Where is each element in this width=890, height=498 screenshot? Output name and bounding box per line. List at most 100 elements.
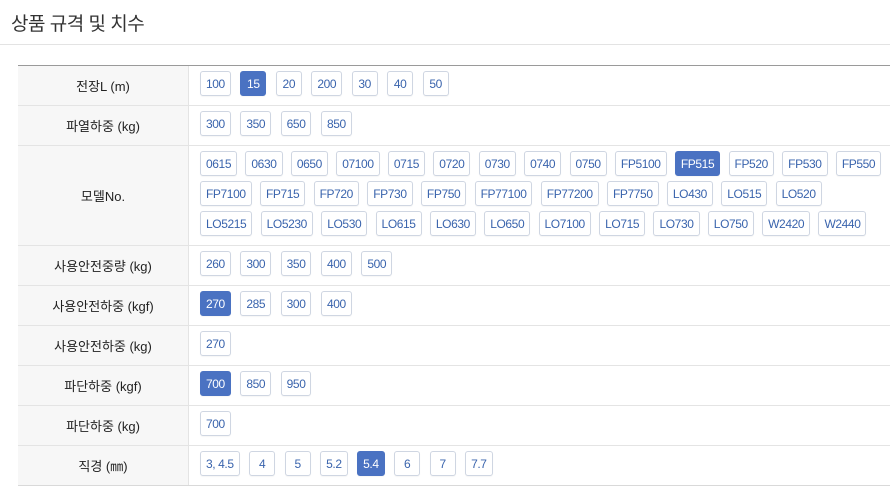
option-button[interactable]: 20 — [275, 71, 302, 96]
option-button[interactable]: LO430 — [666, 181, 713, 206]
option-button[interactable]: LO530 — [321, 211, 368, 236]
spec-options: 100 15 20 200 30 40 50 — [189, 66, 890, 105]
spec-row: 전장L (m) 100 15 20 200 30 40 50 — [18, 66, 890, 106]
option-button[interactable]: 400 — [320, 291, 352, 316]
option-button[interactable]: FP530 — [782, 151, 828, 176]
option-button[interactable]: 850 — [320, 111, 352, 136]
spec-options: 270 — [189, 326, 890, 365]
option-button[interactable]: 30 — [351, 71, 378, 96]
option-button[interactable]: LO520 — [775, 181, 822, 206]
option-button[interactable]: 0650 — [290, 151, 328, 176]
option-button[interactable]: 950 — [280, 371, 312, 396]
option-button[interactable]: LO650 — [484, 211, 531, 236]
option-button[interactable]: LO715 — [599, 211, 646, 236]
option-button[interactable]: 200 — [311, 71, 343, 96]
option-button[interactable]: LO730 — [653, 211, 700, 236]
option-button[interactable]: 270 — [200, 291, 231, 316]
option-button[interactable]: 700 — [200, 411, 231, 436]
option-button[interactable]: FP5100 — [614, 151, 667, 176]
spec-row-label: 파단하중 (kgf) — [18, 366, 189, 405]
option-button[interactable]: 270 — [200, 331, 231, 356]
option-button[interactable]: 500 — [361, 251, 393, 276]
option-button[interactable]: W2440 — [818, 211, 867, 236]
section-header: 상품 규격 및 치수 — [0, 0, 890, 45]
spec-options: 3, 4.5 4 5 5.2 5.4 6 7 7.7 — [189, 446, 890, 485]
option-button[interactable]: FP515 — [674, 151, 721, 176]
spec-options: 300 350 650 850 — [189, 106, 890, 145]
option-button[interactable]: 0750 — [569, 151, 607, 176]
option-button[interactable]: 4 — [249, 451, 276, 476]
option-button[interactable]: 260 — [200, 251, 231, 276]
option-button[interactable]: LO5215 — [200, 211, 253, 236]
option-button[interactable]: 0730 — [478, 151, 516, 176]
option-button[interactable]: 7.7 — [465, 451, 493, 476]
spec-row-label: 전장L (m) — [18, 66, 189, 105]
option-button[interactable]: 285 — [240, 291, 272, 316]
option-button[interactable]: 0720 — [433, 151, 471, 176]
option-button[interactable]: 3, 4.5 — [200, 451, 240, 476]
spec-options: 260 300 350 400 500 — [189, 246, 890, 285]
option-button[interactable]: FP7750 — [606, 181, 659, 206]
spec-row: 파단하중 (kg) 700 — [18, 406, 890, 446]
spec-row: 파단하중 (kgf) 700 850 950 — [18, 366, 890, 406]
spec-row-label: 모델No. — [18, 146, 189, 245]
spec-row-label: 파단하중 (kg) — [18, 406, 189, 445]
option-button[interactable]: LO515 — [721, 181, 768, 206]
option-button[interactable]: 5 — [284, 451, 311, 476]
spec-table: 전장L (m) 100 15 20 200 30 40 50 파열하중 (kg) 300 350 65… — [18, 65, 890, 486]
option-button[interactable]: 350 — [280, 251, 312, 276]
spec-row: 사용안전하중 (kg) 270 — [18, 326, 890, 366]
option-button[interactable]: LO5230 — [260, 211, 313, 236]
spec-row: 사용안전중량 (kg) 260 300 350 400 500 — [18, 246, 890, 286]
option-button[interactable]: 5.2 — [320, 451, 348, 476]
option-button[interactable]: LO615 — [375, 211, 422, 236]
option-button[interactable]: 0715 — [387, 151, 425, 176]
option-button[interactable]: 0740 — [524, 151, 562, 176]
option-button[interactable]: 300 — [240, 251, 272, 276]
option-button[interactable]: FP730 — [367, 181, 413, 206]
option-button[interactable]: FP550 — [835, 151, 882, 176]
option-button[interactable]: 350 — [240, 111, 272, 136]
spec-options: 700 — [189, 406, 890, 445]
option-button[interactable]: FP750 — [420, 181, 467, 206]
option-button[interactable]: 0630 — [245, 151, 283, 176]
spec-row-label: 사용안전하중 (kg) — [18, 326, 189, 365]
option-button[interactable]: FP720 — [313, 181, 359, 206]
option-button[interactable]: FP77100 — [474, 181, 533, 206]
option-button[interactable]: 7 — [429, 451, 456, 476]
option-button[interactable]: W2420 — [762, 211, 811, 236]
spec-row-label: 사용안전하중 (kgf) — [18, 286, 189, 325]
option-button[interactable]: LO630 — [429, 211, 476, 236]
spec-row: 파열하중 (kg) 300 350 650 850 — [18, 106, 890, 146]
option-button[interactable]: 0615 — [200, 151, 238, 176]
option-button[interactable]: FP520 — [728, 151, 774, 176]
option-button[interactable]: 50 — [422, 71, 449, 96]
option-button[interactable]: 40 — [387, 71, 414, 96]
option-button[interactable]: 100 — [200, 71, 231, 96]
spec-options: 700 850 950 — [189, 366, 890, 405]
option-button[interactable]: 850 — [240, 371, 272, 396]
option-button[interactable]: 15 — [240, 71, 267, 96]
option-button[interactable]: FP77200 — [540, 181, 599, 206]
spec-row: 직경 (㎜) 3, 4.5 4 5 5.2 5.4 6 7 7.7 — [18, 446, 890, 486]
option-button[interactable]: 650 — [280, 111, 312, 136]
option-button[interactable]: 5.4 — [357, 451, 385, 476]
spec-row-label: 파열하중 (kg) — [18, 106, 189, 145]
spec-row: 모델No. 0615 0630 0650 07100 0715 0720 0730 0740 07… — [18, 146, 890, 246]
option-button[interactable]: 700 — [200, 371, 231, 396]
section-title: 상품 규격 및 치수 — [11, 14, 145, 35]
option-button[interactable]: FP715 — [259, 181, 306, 206]
option-button[interactable]: 400 — [320, 251, 352, 276]
option-button[interactable]: 300 — [280, 291, 312, 316]
option-button[interactable]: LO750 — [707, 211, 754, 236]
option-button[interactable]: 300 — [200, 111, 231, 136]
spec-row-label: 사용안전중량 (kg) — [18, 246, 189, 285]
option-button[interactable]: LO7100 — [538, 211, 591, 236]
spec-row: 사용안전하중 (kgf) 270 285 300 400 — [18, 286, 890, 326]
spec-row-label: 직경 (㎜) — [18, 446, 189, 485]
option-button[interactable]: FP7100 — [200, 181, 252, 206]
option-button[interactable]: 07100 — [336, 151, 380, 176]
option-button[interactable]: 6 — [394, 451, 421, 476]
spec-options: 0615 0630 0650 07100 0715 0720 0730 0740 0750 FP5… — [189, 146, 890, 245]
spec-options: 270 285 300 400 — [189, 286, 890, 325]
